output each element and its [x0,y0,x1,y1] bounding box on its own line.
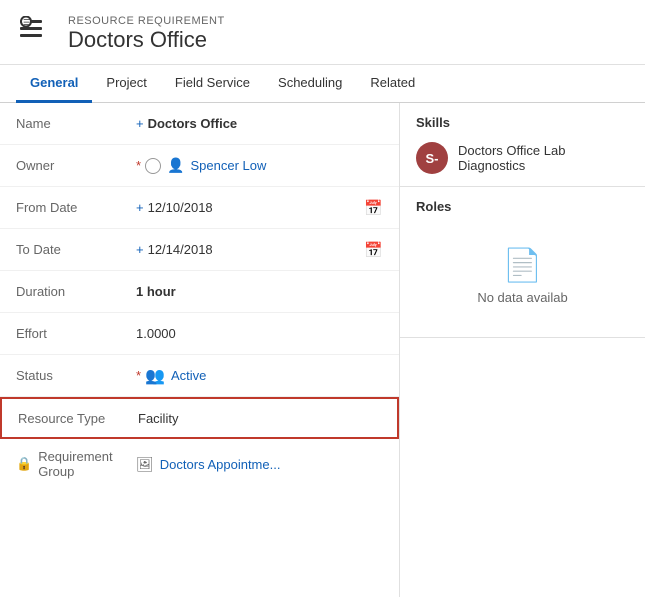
skill-item: S- Doctors Office Lab Diagnostics [416,142,629,174]
page-header: ☰ RESOURCE REQUIREMENT Doctors Office [0,0,645,65]
to-date-field-row: To Date + 12/14/2018 📅 [0,229,399,271]
tab-bar: General Project Field Service Scheduling… [0,65,645,103]
from-date-field-row: From Date + 12/10/2018 📅 [0,187,399,229]
from-date-calendar-icon[interactable]: 📅 [364,199,383,217]
no-data-text: No data availab [477,290,567,305]
resource-type-label: Resource Type [18,411,138,426]
status-people-icon: 👥 [145,366,165,386]
content-area: Name + Doctors Office Owner * 👤 Spencer … [0,103,645,597]
tab-related[interactable]: Related [356,65,429,103]
requirement-group-value[interactable]: 🖼 Doctors Appointme... [136,456,280,473]
right-panel: Skills S- Doctors Office Lab Diagnostics… [400,103,645,597]
owner-required-marker: * [136,158,141,173]
tab-field-service[interactable]: Field Service [161,65,264,103]
from-date-label: From Date [16,200,136,215]
owner-person-icon: 👤 [167,157,184,174]
resource-type-field-row: Resource Type Facility [0,397,399,439]
skills-title: Skills [416,115,629,130]
duration-value: 1 hour [136,284,383,299]
skill-name: Doctors Office Lab Diagnostics [458,143,629,173]
name-label: Name [16,116,136,131]
owner-value[interactable]: Spencer Low [191,158,267,173]
name-required-marker: + [136,116,144,131]
requirement-group-label: 🔒 Requirement Group [16,449,136,479]
effort-field-row: Effort 1.0000 [0,313,399,355]
effort-value: 1.0000 [136,326,383,341]
to-date-calendar-icon[interactable]: 📅 [364,241,383,259]
header-subtitle: RESOURCE REQUIREMENT [68,15,225,27]
duration-label: Duration [16,284,136,299]
resource-type-value: Facility [138,411,381,426]
name-value: Doctors Office [148,116,383,131]
owner-field: 👤 Spencer Low [145,157,266,174]
status-label: Status [16,368,136,383]
to-date-required-marker: + [136,242,144,257]
resource-requirement-icon: ☰ [16,14,56,54]
tab-scheduling[interactable]: Scheduling [264,65,356,103]
left-panel: Name + Doctors Office Owner * 👤 Spencer … [0,103,400,597]
to-date-label: To Date [16,242,136,257]
req-group-value-icon: 🖼 [136,456,154,473]
duration-field-row: Duration 1 hour [0,271,399,313]
status-required-marker: * [136,368,141,383]
svg-text:☰: ☰ [23,18,30,27]
owner-circle-icon [145,158,161,174]
header-title: Doctors Office [68,27,225,53]
roles-no-data: 📄 No data availab [416,226,629,325]
lock-icon: 🔒 [16,456,32,472]
no-data-icon: 📄 [503,246,543,284]
status-field-row: Status * 👥 Active [0,355,399,397]
skill-avatar: S- [416,142,448,174]
requirement-group-row: 🔒 Requirement Group 🖼 Doctors Appointme.… [0,439,399,489]
tab-project[interactable]: Project [92,65,160,103]
from-date-required-marker: + [136,200,144,215]
status-field: 👥 Active [145,366,206,386]
roles-section: Roles 📄 No data availab [400,187,645,338]
roles-title: Roles [416,199,629,214]
owner-field-row: Owner * 👤 Spencer Low [0,145,399,187]
from-date-value: 12/10/2018 [148,200,357,215]
to-date-value: 12/14/2018 [148,242,357,257]
header-text: RESOURCE REQUIREMENT Doctors Office [68,15,225,53]
skills-section: Skills S- Doctors Office Lab Diagnostics [400,103,645,187]
status-value[interactable]: Active [171,368,206,383]
effort-label: Effort [16,326,136,341]
owner-label: Owner [16,158,136,173]
name-field-row: Name + Doctors Office [0,103,399,145]
tab-general[interactable]: General [16,65,92,103]
